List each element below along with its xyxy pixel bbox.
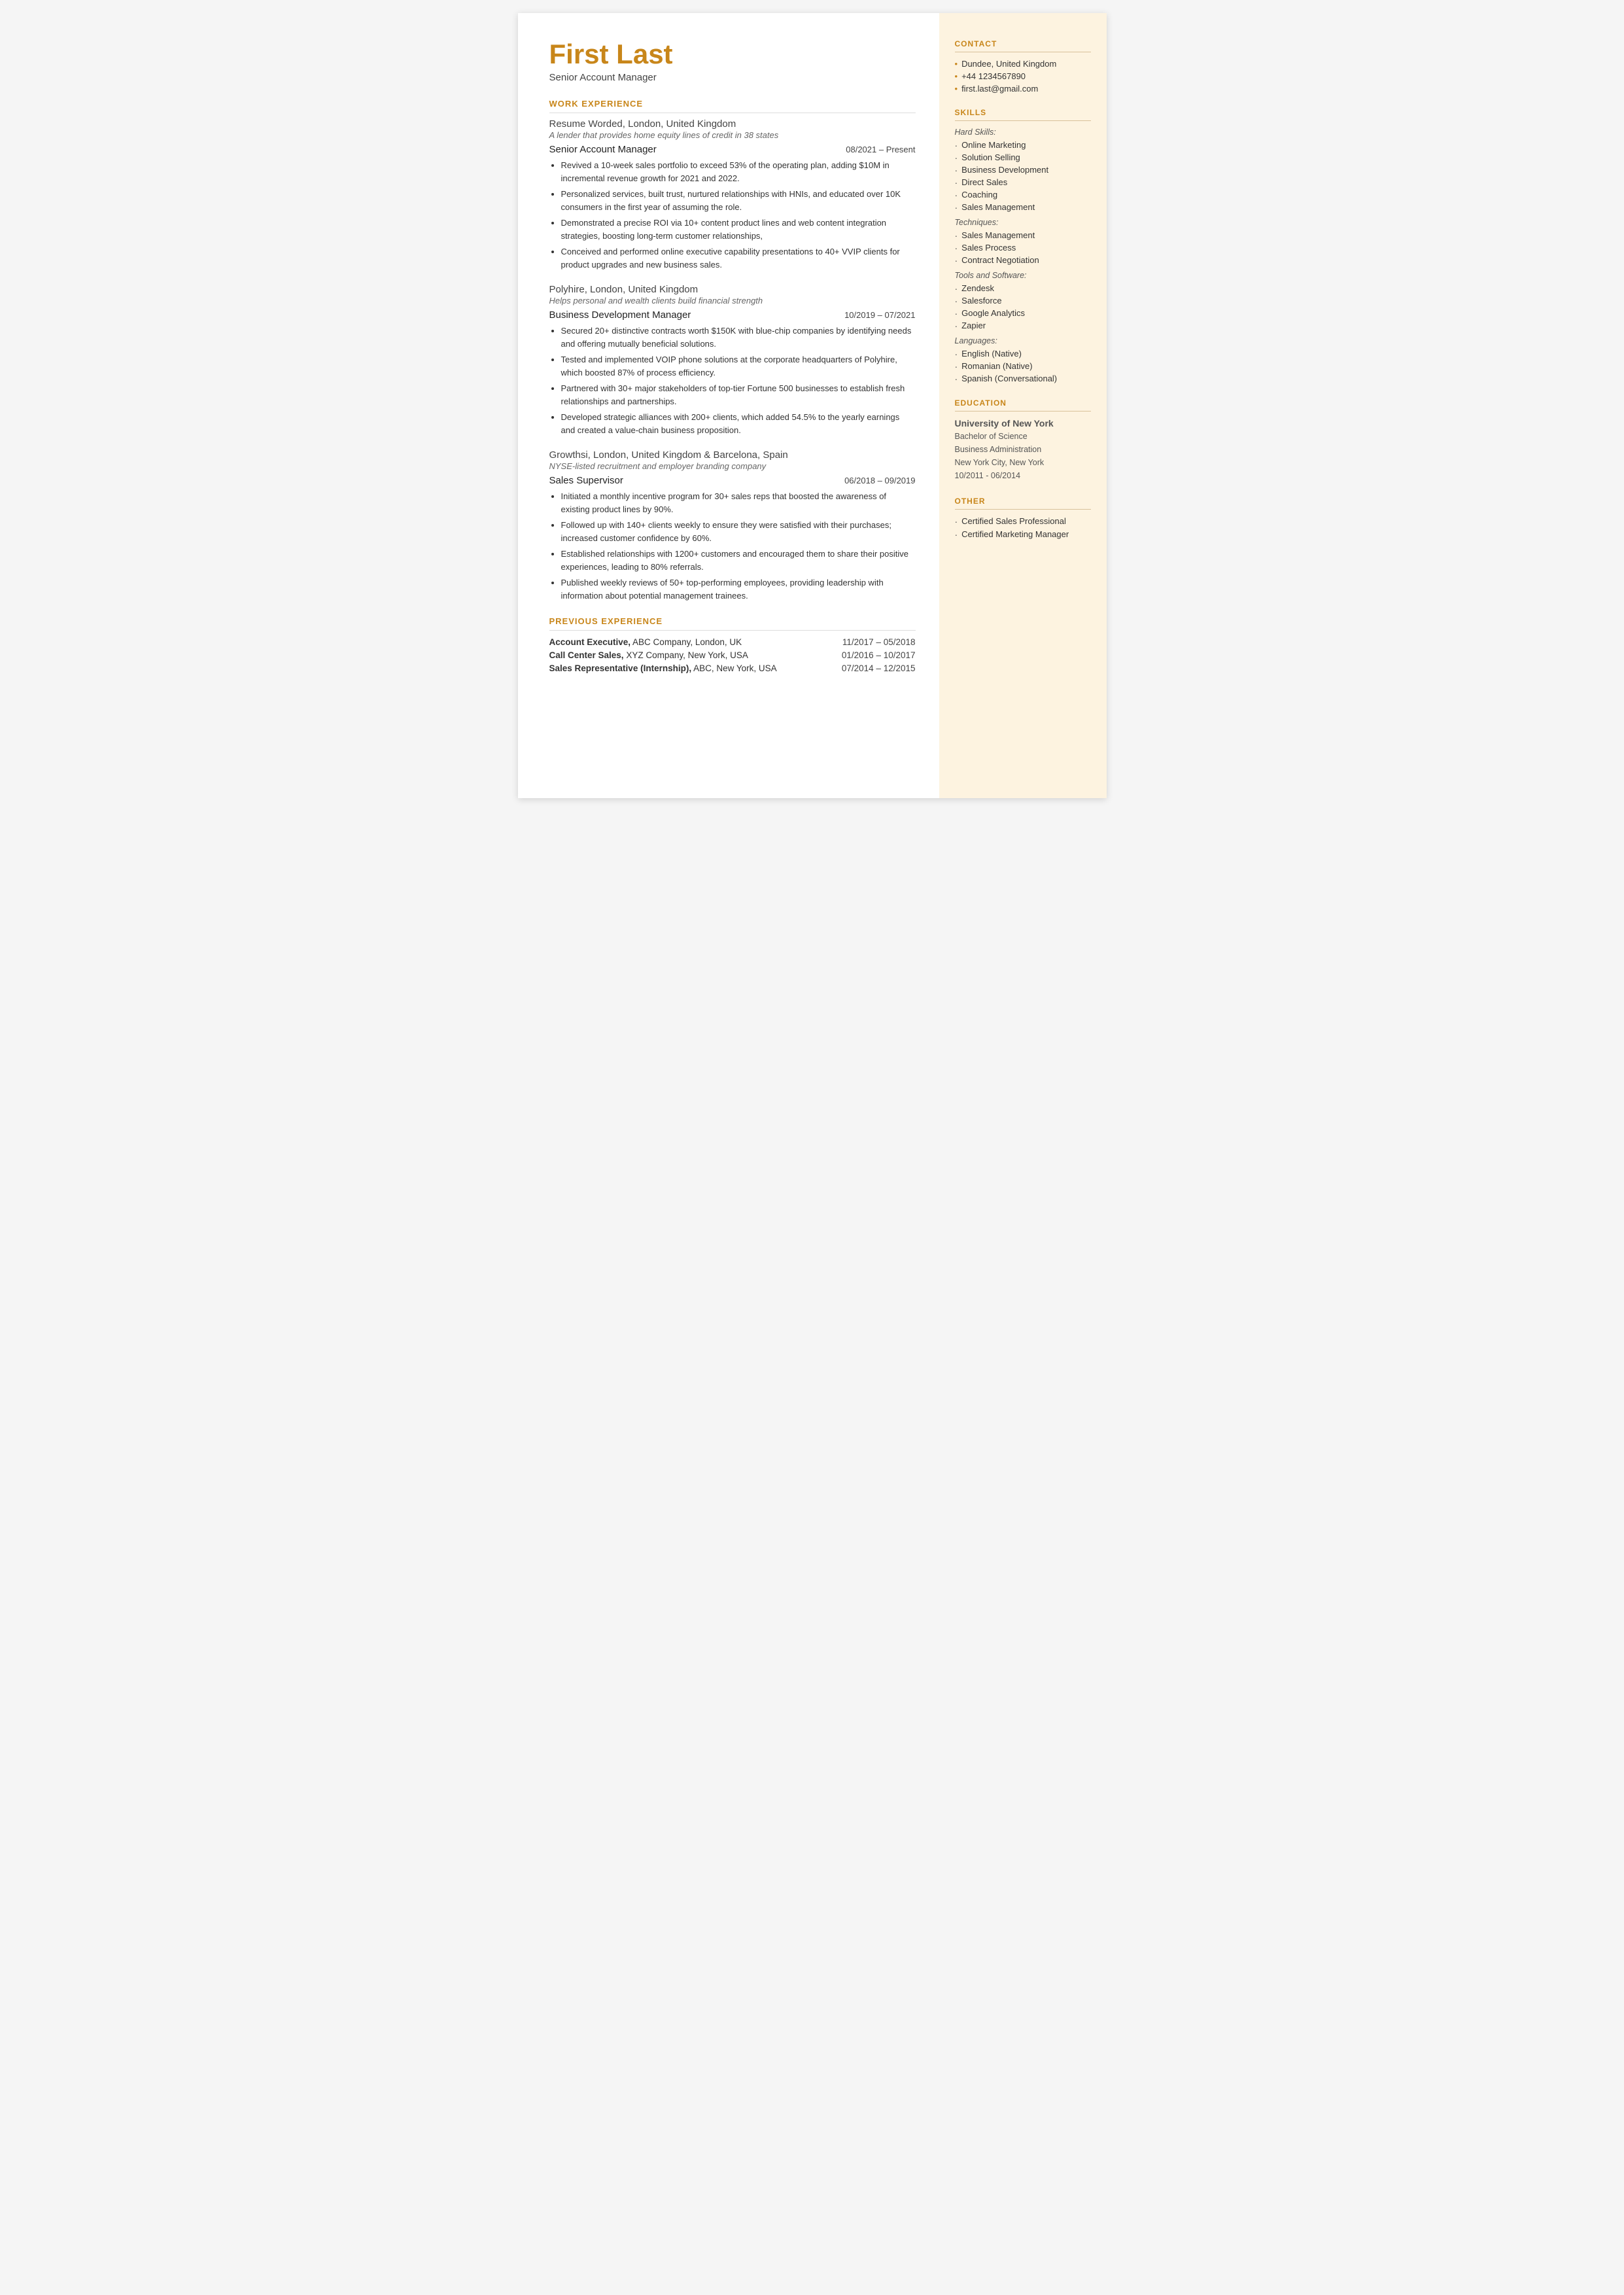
- prev-exp-label-1: Account Executive, ABC Company, London, …: [549, 637, 742, 647]
- edu-school: University of New York: [955, 418, 1091, 429]
- job-dates-2: 10/2019 – 07/2021: [844, 310, 915, 320]
- work-experience-section: WORK EXPERIENCE Resume Worded, London, U…: [549, 99, 916, 602]
- company-name-3: Growthsi, London, United Kingdom & Barce…: [549, 449, 916, 461]
- resume-container: First Last Senior Account Manager WORK E…: [518, 13, 1107, 798]
- tool-1: Zendesk: [955, 283, 1091, 294]
- bullet-list-1: Revived a 10-week sales portfolio to exc…: [561, 159, 916, 271]
- tool-3: Google Analytics: [955, 308, 1091, 319]
- prev-exp-label-2: Call Center Sales, XYZ Company, New York…: [549, 650, 748, 660]
- bullet-2-2: Tested and implemented VOIP phone soluti…: [561, 353, 916, 379]
- other-title: OTHER: [955, 497, 1091, 510]
- job-row-3: Sales Supervisor 06/2018 – 09/2019: [549, 475, 916, 486]
- tool-2: Salesforce: [955, 296, 1091, 306]
- bullet-list-3: Initiated a monthly incentive program fo…: [561, 490, 916, 602]
- technique-2: Sales Process: [955, 243, 1091, 253]
- company-name-1: Resume Worded, London, United Kingdom: [549, 118, 916, 130]
- bullet-list-2: Secured 20+ distinctive contracts worth …: [561, 324, 916, 436]
- company-rest-2: London, United Kingdom: [587, 284, 698, 295]
- language-1: English (Native): [955, 349, 1091, 359]
- prev-exp-date-3: 07/2014 – 12/2015: [842, 663, 916, 673]
- prev-exp-row-2: Call Center Sales, XYZ Company, New York…: [549, 650, 916, 660]
- bullet-2-3: Partnered with 30+ major stakeholders of…: [561, 382, 916, 408]
- techniques-label: Techniques:: [955, 218, 1091, 227]
- job-block-2: Polyhire, London, United Kingdom Helps p…: [549, 284, 916, 436]
- technique-1: Sales Management: [955, 230, 1091, 241]
- skills-title: SKILLS: [955, 108, 1091, 121]
- contact-section: CONTACT Dundee, United Kingdom +44 12345…: [955, 39, 1091, 94]
- bullet-1-4: Conceived and performed online executive…: [561, 245, 916, 271]
- education-title: EDUCATION: [955, 398, 1091, 412]
- company-label-2: Polyhire,: [549, 284, 587, 295]
- languages-label: Languages:: [955, 336, 1091, 345]
- bullet-3-4: Published weekly reviews of 50+ top-perf…: [561, 576, 916, 602]
- other-cert-1: Certified Sales Professional: [955, 516, 1091, 527]
- main-column: First Last Senior Account Manager WORK E…: [518, 13, 939, 798]
- company-tagline-1: A lender that provides home equity lines…: [549, 130, 916, 140]
- job-title-1: Senior Account Manager: [549, 144, 657, 155]
- bullet-1-1: Revived a 10-week sales portfolio to exc…: [561, 159, 916, 184]
- tool-4: Zapier: [955, 321, 1091, 331]
- job-row-1: Senior Account Manager 08/2021 – Present: [549, 144, 916, 155]
- job-title-2: Business Development Manager: [549, 309, 691, 321]
- company-rest-3: London, United Kingdom & Barcelona, Spai…: [591, 449, 788, 461]
- prev-exp-label-3: Sales Representative (Internship), ABC, …: [549, 663, 777, 673]
- other-cert-2: Certified Marketing Manager: [955, 529, 1091, 540]
- education-section: EDUCATION University of New York Bachelo…: [955, 398, 1091, 482]
- prev-exp-date-1: 11/2017 – 05/2018: [842, 637, 916, 647]
- company-label-3: Growthsi,: [549, 449, 591, 461]
- bullet-3-3: Established relationships with 1200+ cus…: [561, 548, 916, 573]
- prev-exp-row-3: Sales Representative (Internship), ABC, …: [549, 663, 916, 673]
- hard-skill-2: Solution Selling: [955, 152, 1091, 163]
- job-title-3: Sales Supervisor: [549, 475, 623, 486]
- hard-skill-5: Coaching: [955, 190, 1091, 200]
- sidebar: CONTACT Dundee, United Kingdom +44 12345…: [939, 13, 1107, 798]
- language-3: Spanish (Conversational): [955, 374, 1091, 384]
- language-2: Romanian (Native): [955, 361, 1091, 372]
- contact-title: CONTACT: [955, 39, 1091, 52]
- job-block-1: Resume Worded, London, United Kingdom A …: [549, 118, 916, 271]
- bullet-1-2: Personalized services, built trust, nurt…: [561, 188, 916, 213]
- job-block-3: Growthsi, London, United Kingdom & Barce…: [549, 449, 916, 602]
- tools-label: Tools and Software:: [955, 271, 1091, 280]
- job-dates-1: 08/2021 – Present: [846, 145, 915, 154]
- bullet-3-1: Initiated a monthly incentive program fo…: [561, 490, 916, 516]
- job-row-2: Business Development Manager 10/2019 – 0…: [549, 309, 916, 321]
- previous-experience-section: PREVIOUS EXPERIENCE Account Executive, A…: [549, 616, 916, 673]
- hard-skill-6: Sales Management: [955, 202, 1091, 213]
- hard-skill-1: Online Marketing: [955, 140, 1091, 150]
- candidate-title: Senior Account Manager: [549, 72, 916, 83]
- contact-phone: +44 1234567890: [955, 71, 1091, 81]
- candidate-name: First Last: [549, 39, 916, 69]
- hard-skill-3: Business Development: [955, 165, 1091, 175]
- edu-degree: Bachelor of Science Business Administrat…: [955, 430, 1091, 482]
- work-experience-title: WORK EXPERIENCE: [549, 99, 916, 113]
- previous-experience-title: PREVIOUS EXPERIENCE: [549, 616, 916, 631]
- other-section: OTHER Certified Sales Professional Certi…: [955, 497, 1091, 540]
- technique-3: Contract Negotiation: [955, 255, 1091, 266]
- bullet-3-2: Followed up with 140+ clients weekly to …: [561, 519, 916, 544]
- company-name-2: Polyhire, London, United Kingdom: [549, 284, 916, 296]
- bullet-2-1: Secured 20+ distinctive contracts worth …: [561, 324, 916, 350]
- job-dates-3: 06/2018 – 09/2019: [844, 476, 915, 485]
- hard-skills-label: Hard Skills:: [955, 128, 1091, 137]
- skills-section: SKILLS Hard Skills: Online Marketing Sol…: [955, 108, 1091, 384]
- contact-email: first.last@gmail.com: [955, 84, 1091, 94]
- company-tagline-3: NYSE-listed recruitment and employer bra…: [549, 461, 916, 471]
- contact-location: Dundee, United Kingdom: [955, 59, 1091, 69]
- prev-exp-row-1: Account Executive, ABC Company, London, …: [549, 637, 916, 647]
- company-label-1: Resume Worded,: [549, 118, 625, 130]
- company-rest-1: London, United Kingdom: [625, 118, 736, 130]
- hard-skill-4: Direct Sales: [955, 177, 1091, 188]
- bullet-1-3: Demonstrated a precise ROI via 10+ conte…: [561, 217, 916, 242]
- company-tagline-2: Helps personal and wealth clients build …: [549, 296, 916, 306]
- bullet-2-4: Developed strategic alliances with 200+ …: [561, 411, 916, 436]
- prev-exp-date-2: 01/2016 – 10/2017: [842, 650, 916, 660]
